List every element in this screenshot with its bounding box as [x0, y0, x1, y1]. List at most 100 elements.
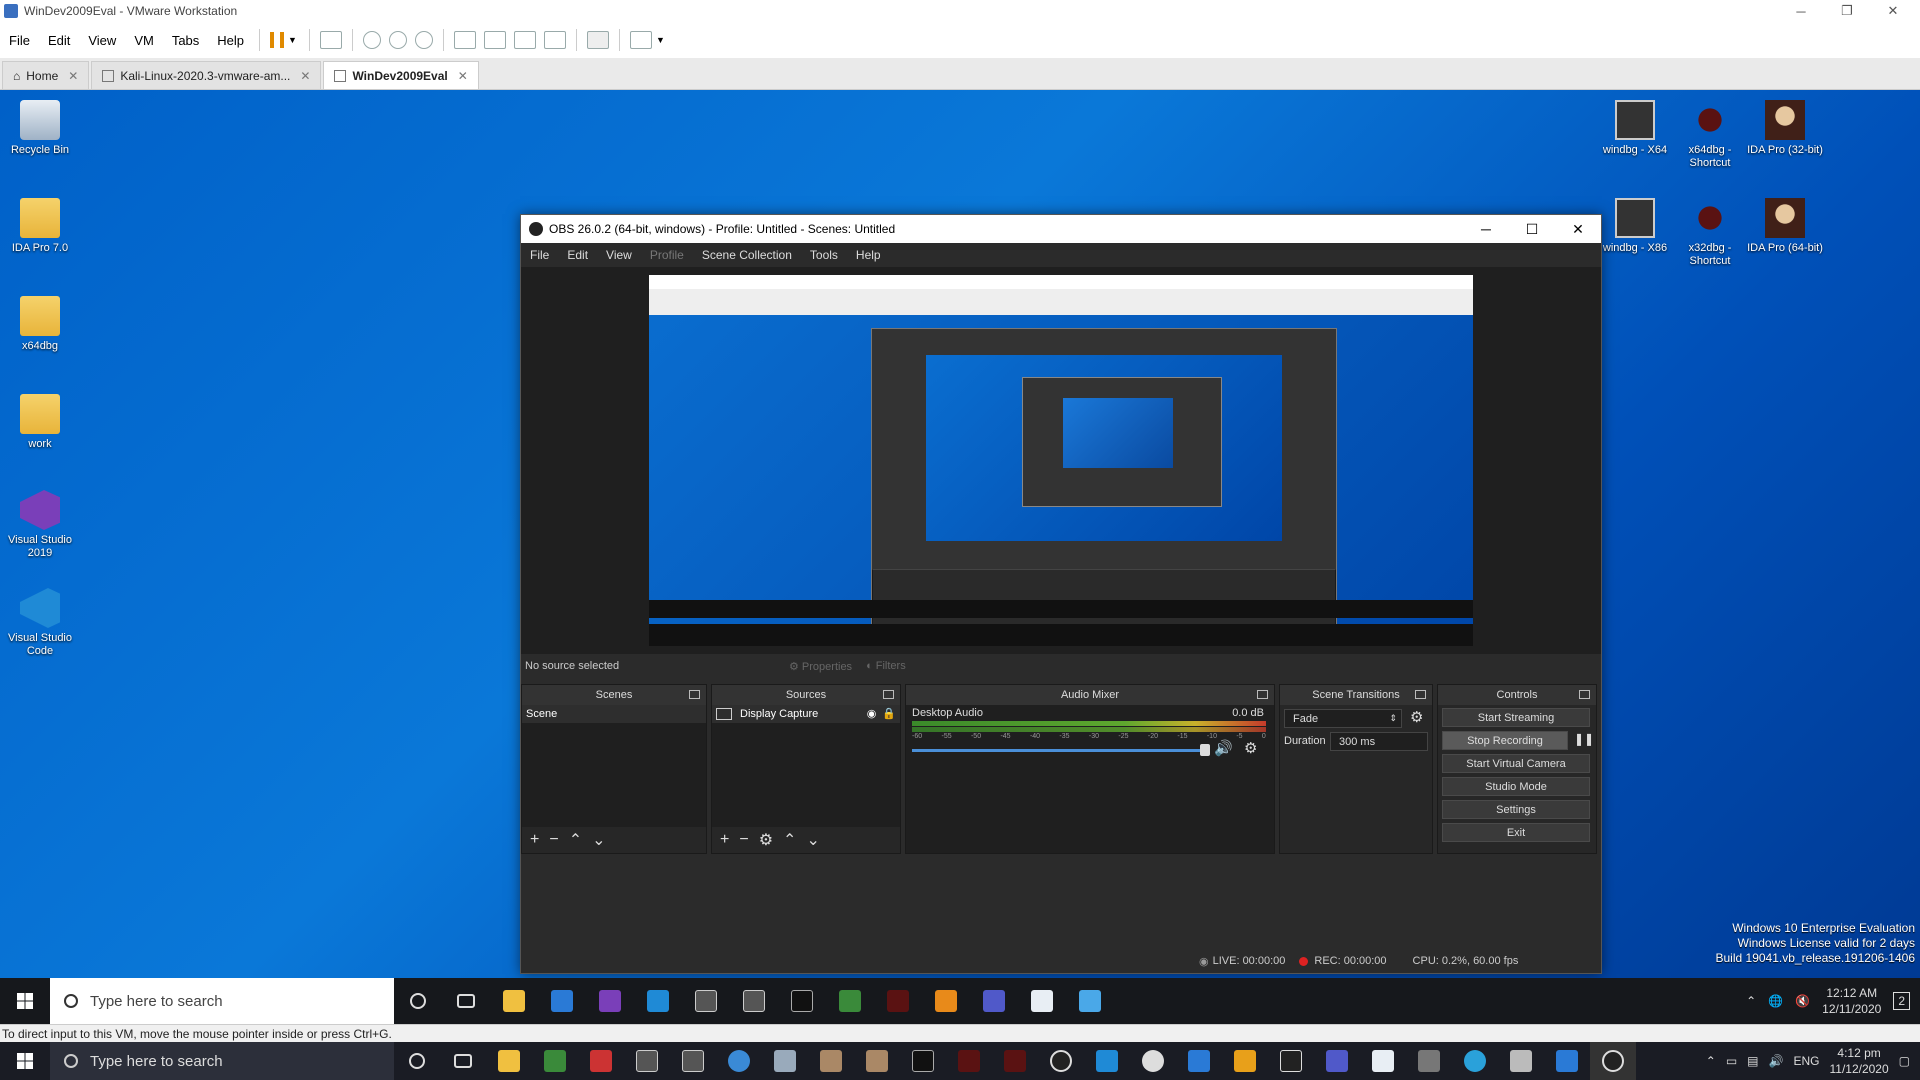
volume-slider[interactable]: [912, 744, 1210, 756]
add-icon[interactable]: +: [720, 831, 729, 849]
taskbar-explorer[interactable]: [490, 978, 538, 1024]
chevron-up-icon[interactable]: ⌃: [1746, 994, 1756, 1008]
studio-mode-button[interactable]: Studio Mode: [1442, 777, 1590, 796]
menu-tabs[interactable]: Tabs: [163, 33, 208, 48]
snapshot-icon[interactable]: [362, 31, 381, 49]
menu-help[interactable]: Help: [208, 33, 253, 48]
start-streaming-button[interactable]: Start Streaming: [1442, 708, 1590, 727]
library-icon[interactable]: [453, 31, 476, 49]
undock-icon[interactable]: [1257, 690, 1268, 699]
maximize-button[interactable]: ❐: [1824, 0, 1870, 22]
chevron-down-icon[interactable]: ▼: [288, 35, 297, 45]
desktop-icon-ida-64[interactable]: IDA Pro (64-bit): [1745, 198, 1825, 255]
scene-item[interactable]: Scene: [522, 705, 706, 723]
desktop-icon-windbg-x64[interactable]: windbg - X64: [1595, 100, 1675, 157]
settings-button[interactable]: Settings: [1442, 800, 1590, 819]
desktop-icon-vscode[interactable]: Visual Studio Code: [0, 588, 80, 658]
taskbar-x64dbg[interactable]: [992, 1042, 1038, 1080]
search-box[interactable]: Type here to search: [50, 1042, 394, 1080]
notification-icon[interactable]: 2: [1893, 992, 1910, 1010]
notification-icon[interactable]: ▢: [1899, 1054, 1910, 1068]
start-button[interactable]: [0, 978, 50, 1024]
transition-select[interactable]: Fade ⇕: [1284, 709, 1402, 728]
task-view-button[interactable]: [440, 1042, 486, 1080]
chevron-down-icon[interactable]: ▼: [656, 35, 665, 45]
tab-home[interactable]: ⌂ Home ✕: [2, 61, 90, 89]
taskbar-sublime[interactable]: [922, 978, 970, 1024]
close-button[interactable]: ✕: [1555, 221, 1601, 238]
menu-tools[interactable]: Tools: [801, 248, 847, 262]
taskbar-vscode[interactable]: [634, 978, 682, 1024]
send-ctrl-alt-del-icon[interactable]: [319, 31, 342, 49]
close-button[interactable]: ✕: [1870, 0, 1916, 22]
duration-field[interactable]: 300 ms: [1330, 732, 1428, 751]
remove-icon[interactable]: −: [549, 831, 558, 849]
taskbar-vmware[interactable]: [1498, 1042, 1544, 1080]
taskbar-rdp[interactable]: [1066, 978, 1114, 1024]
taskbar-ida-1[interactable]: [808, 1042, 854, 1080]
menu-help[interactable]: Help: [847, 248, 890, 262]
desktop-icon-ida-folder[interactable]: IDA Pro 7.0: [0, 198, 80, 255]
taskbar-mail[interactable]: [538, 978, 586, 1024]
taskbar-teams[interactable]: [970, 978, 1018, 1024]
desktop-icon-recycle-bin[interactable]: Recycle Bin: [0, 100, 80, 157]
taskbar-notepad[interactable]: [1360, 1042, 1406, 1080]
close-icon[interactable]: ✕: [68, 69, 78, 83]
menu-edit[interactable]: Edit: [39, 33, 79, 48]
taskbar-telegram[interactable]: [1452, 1042, 1498, 1080]
maximize-button[interactable]: ☐: [1509, 221, 1555, 238]
menu-scene-collection[interactable]: Scene Collection: [693, 248, 801, 262]
menu-edit[interactable]: Edit: [558, 248, 597, 262]
preview-canvas[interactable]: [649, 275, 1473, 646]
properties-button[interactable]: ⚙ Properties: [789, 660, 852, 673]
fullscreen-icon[interactable]: [513, 31, 536, 49]
speaker-icon[interactable]: 🔊: [1214, 739, 1233, 757]
desktop-icon-visual-studio[interactable]: Visual Studio 2019: [0, 490, 80, 560]
exit-button[interactable]: Exit: [1442, 823, 1590, 842]
taskbar-feather[interactable]: [762, 1042, 808, 1080]
snapshot-manager-icon[interactable]: [414, 31, 433, 49]
unity-icon[interactable]: [543, 31, 566, 49]
taskbar-obs-active[interactable]: [1590, 1042, 1636, 1080]
language-indicator[interactable]: ENG: [1793, 1054, 1819, 1068]
taskbar-visual-studio[interactable]: [586, 978, 634, 1024]
clock[interactable]: 12:12 AM 12/11/2020: [1822, 985, 1881, 1017]
pause-recording-icon[interactable]: ❚❚: [1574, 732, 1594, 746]
taskbar-windbg-2[interactable]: [730, 978, 778, 1024]
eye-icon[interactable]: ◉: [867, 705, 877, 723]
taskbar-ida-2[interactable]: [854, 1042, 900, 1080]
search-box[interactable]: Type here to search: [50, 978, 394, 1024]
desktop-icon-ida-32[interactable]: IDA Pro (32-bit): [1745, 100, 1825, 157]
thumbnail-bar-icon[interactable]: [483, 31, 506, 49]
chevron-up-icon[interactable]: ⌃: [1706, 1054, 1716, 1068]
taskbar-vscode[interactable]: [1084, 1042, 1130, 1080]
menu-view[interactable]: View: [597, 248, 641, 262]
network-icon[interactable]: ▤: [1747, 1054, 1758, 1068]
stretch-guest-icon[interactable]: [629, 31, 652, 49]
minimize-button[interactable]: ─: [1463, 221, 1509, 238]
desktop-icon-x64dbg-shortcut[interactable]: x64dbg - Shortcut: [1670, 100, 1750, 170]
gear-icon[interactable]: ⚙: [759, 830, 773, 850]
taskbar-vim[interactable]: [532, 1042, 578, 1080]
pause-icon[interactable]: [270, 32, 285, 48]
menu-file[interactable]: File: [521, 248, 558, 262]
close-icon[interactable]: ✕: [300, 69, 310, 83]
taskbar-obs[interactable]: [1038, 1042, 1084, 1080]
volume-muted-icon[interactable]: 🔇: [1795, 994, 1810, 1008]
taskbar-x64dbg[interactable]: [874, 978, 922, 1024]
tab-kali[interactable]: Kali-Linux-2020.3-vmware-am... ✕: [91, 61, 322, 89]
taskbar-app-1[interactable]: [578, 1042, 624, 1080]
add-icon[interactable]: +: [530, 831, 539, 849]
taskbar-explorer[interactable]: [486, 1042, 532, 1080]
taskbar-windbg-1[interactable]: [682, 978, 730, 1024]
start-virtual-camera-button[interactable]: Start Virtual Camera: [1442, 754, 1590, 773]
desktop-icon-x64dbg-folder[interactable]: x64dbg: [0, 296, 80, 353]
minimize-button[interactable]: ─: [1778, 0, 1824, 22]
revert-snapshot-icon[interactable]: [388, 31, 407, 49]
menu-vm[interactable]: VM: [125, 33, 163, 48]
taskbar-notepad[interactable]: [1018, 978, 1066, 1024]
source-item[interactable]: Display Capture ◉ 🔒: [712, 705, 900, 723]
taskbar-store[interactable]: [1176, 1042, 1222, 1080]
clock[interactable]: 4:12 pm 11/12/2020: [1829, 1045, 1888, 1077]
gear-icon[interactable]: ⚙: [1410, 708, 1423, 726]
